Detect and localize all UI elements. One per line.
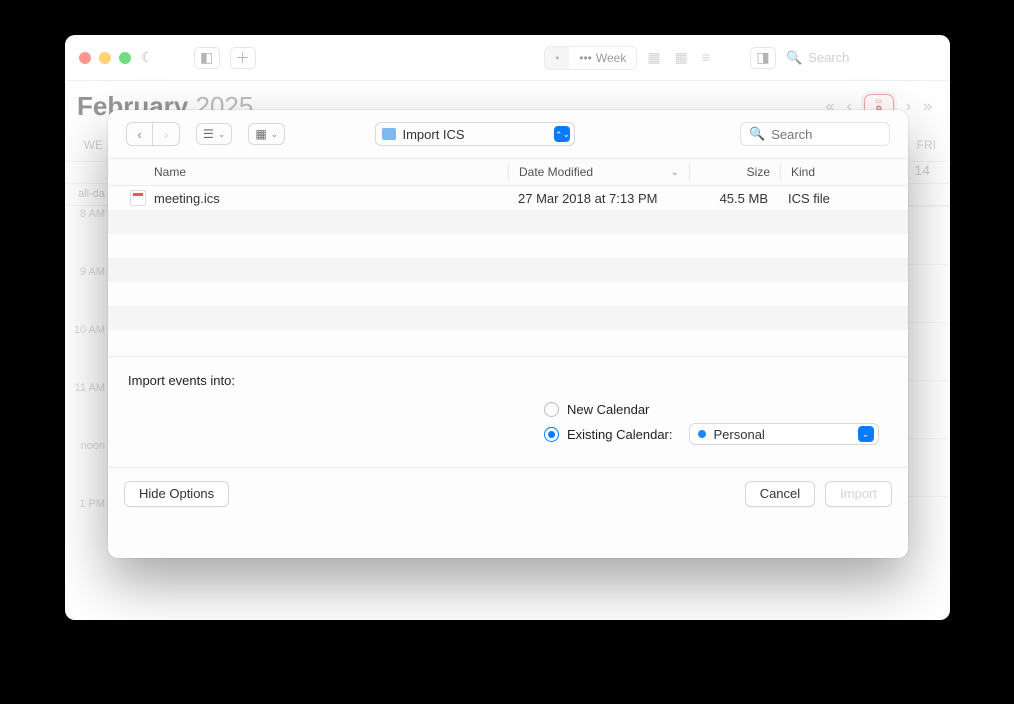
file-name: meeting.ics: [154, 191, 220, 206]
back-button[interactable]: ‹: [127, 123, 153, 145]
allday-label: all-da: [65, 184, 109, 205]
hour-label: noon: [65, 438, 109, 496]
col-size[interactable]: Size: [690, 159, 780, 185]
hour-label: 1 PM: [65, 496, 109, 554]
file-date: 27 Mar 2018 at 7:13 PM: [508, 191, 688, 206]
view-segment[interactable]: • •••Week: [544, 46, 637, 70]
folder-name: Import ICS: [402, 127, 548, 142]
grid-small-icon[interactable]: ▦: [647, 49, 660, 66]
option-new-label: New Calendar: [567, 402, 649, 417]
file-row-empty: [108, 234, 908, 258]
dialog-search[interactable]: 🔍: [740, 122, 890, 146]
view-week[interactable]: •••Week: [569, 47, 636, 69]
sidebar-toggle-icon[interactable]: ◧: [194, 47, 220, 69]
weekday-fri: FRI: [917, 138, 936, 152]
appearance-icon[interactable]: ☾: [141, 47, 154, 69]
search-icon: 🔍: [786, 50, 802, 66]
col-date-modified[interactable]: Date Modified⌄: [509, 159, 689, 185]
chevron-down-icon: ⌄: [271, 129, 279, 140]
radio-existing-calendar[interactable]: [544, 427, 559, 442]
dialog-toolbar: ‹ › ☰⌄ ▦⌄ Import ICS ⌄ 🔍: [108, 110, 908, 158]
col-kind[interactable]: Kind: [781, 159, 908, 185]
toolbar-search[interactable]: 🔍 Search: [786, 50, 936, 66]
file-row-empty: [108, 306, 908, 330]
toolbar-search-placeholder: Search: [808, 50, 849, 65]
file-list: meeting.ics 27 Mar 2018 at 7:13 PM 45.5 …: [108, 186, 908, 356]
file-row-empty: [108, 258, 908, 282]
grid-icon: ▦: [255, 127, 266, 141]
group-mode-button[interactable]: ▦⌄: [248, 123, 285, 145]
column-headers: Name Date Modified⌄ Size Kind: [108, 158, 908, 186]
file-row-empty: [108, 282, 908, 306]
file-row-empty: [108, 210, 908, 234]
file-row[interactable]: meeting.ics 27 Mar 2018 at 7:13 PM 45.5 …: [108, 186, 908, 210]
chevron-down-icon: ⌄: [218, 129, 226, 140]
nav-last-icon[interactable]: »: [923, 98, 932, 116]
option-existing-label: Existing Calendar:: [567, 427, 673, 442]
add-event-icon[interactable]: ＋: [230, 47, 256, 69]
file-size: 45.5 MB: [688, 191, 778, 206]
list-icon: ☰: [203, 127, 214, 141]
hour-label: 11 AM: [65, 380, 109, 438]
radio-new-calendar[interactable]: [544, 402, 559, 417]
folder-icon: [382, 128, 396, 140]
list-lines-icon[interactable]: ≡: [702, 49, 710, 66]
import-options: Import events into: New Calendar Existin…: [108, 356, 908, 467]
minimize-window-icon[interactable]: [99, 52, 111, 64]
ics-file-icon: [130, 190, 146, 206]
cancel-button[interactable]: Cancel: [745, 481, 815, 507]
fri-day-number: 14: [914, 162, 950, 183]
zoom-window-icon[interactable]: [119, 52, 131, 64]
hour-label: 10 AM: [65, 322, 109, 380]
option-new-calendar[interactable]: New Calendar: [544, 402, 888, 417]
titlebar: ☾ ◧ ＋ • •••Week ▦ ▦ ≡ ◨ 🔍 Search: [65, 35, 950, 81]
view-mode-button[interactable]: ☰⌄: [196, 123, 232, 145]
sort-chevron-icon: ⌄: [671, 167, 679, 178]
close-window-icon[interactable]: [79, 52, 91, 64]
search-icon: 🔍: [749, 126, 765, 142]
file-kind: ICS file: [778, 191, 908, 206]
view-prev-icon[interactable]: •: [545, 47, 569, 69]
selected-calendar-name: Personal: [714, 427, 850, 442]
nav-back-forward: ‹ ›: [126, 122, 180, 146]
hour-label: 8 AM: [65, 206, 109, 264]
import-dialog: ‹ › ☰⌄ ▦⌄ Import ICS ⌄ 🔍 Name Date Modif…: [108, 110, 908, 558]
forward-button[interactable]: ›: [153, 123, 179, 145]
folder-path-popup[interactable]: Import ICS ⌄: [375, 122, 575, 146]
option-existing-calendar[interactable]: Existing Calendar: Personal ⌄: [544, 423, 888, 445]
weekday-we: WE: [65, 128, 109, 161]
hour-label: 9 AM: [65, 264, 109, 322]
calendar-color-dot: [698, 430, 706, 438]
import-into-label: Import events into:: [128, 373, 888, 388]
window-controls: [79, 52, 131, 64]
nav-next-icon[interactable]: ›: [906, 98, 911, 116]
file-row-empty: [108, 330, 908, 354]
import-button[interactable]: Import: [825, 481, 892, 507]
updown-stepper-icon: ⌄: [554, 126, 570, 142]
calendar-select[interactable]: Personal ⌄: [689, 423, 879, 445]
col-name[interactable]: Name: [108, 159, 508, 185]
dialog-button-bar: Hide Options Cancel Import: [108, 467, 908, 519]
grid-large-icon[interactable]: ▦: [675, 49, 688, 66]
search-input[interactable]: [771, 127, 881, 142]
panel-toggle-icon[interactable]: ◨: [750, 47, 776, 69]
hide-options-button[interactable]: Hide Options: [124, 481, 229, 507]
updown-stepper-icon: ⌄: [858, 426, 874, 442]
